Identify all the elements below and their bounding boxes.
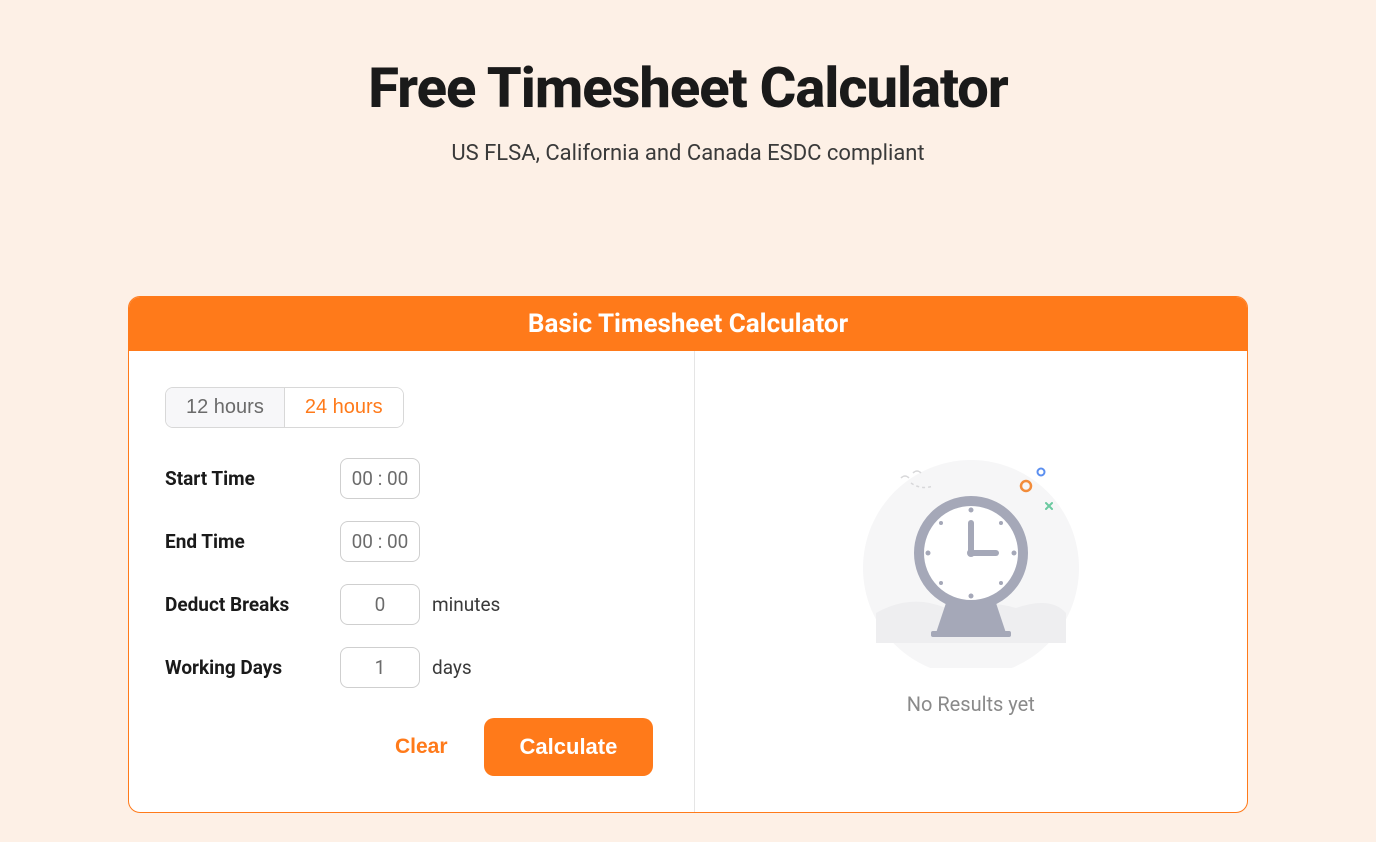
form-panel: 12 hours 24 hours Start Time End Time De… [129, 351, 695, 812]
card-header: Basic Timesheet Calculator [129, 297, 1247, 351]
results-panel: No Results yet [695, 351, 1248, 812]
working-days-input[interactable] [340, 647, 420, 688]
clear-button[interactable]: Clear [395, 735, 448, 759]
deduct-breaks-input[interactable] [340, 584, 420, 625]
deduct-breaks-label: Deduct Breaks [165, 593, 340, 616]
page-title: Free Timesheet Calculator [368, 55, 1007, 121]
clock-illustration-icon [851, 448, 1091, 668]
hour-format-toggle: 12 hours 24 hours [165, 387, 404, 428]
calculator-card: Basic Timesheet Calculator 12 hours 24 h… [128, 296, 1248, 813]
days-unit: days [432, 656, 472, 679]
page-subtitle: US FLSA, California and Canada ESDC comp… [451, 141, 924, 166]
calculate-button[interactable]: Calculate [484, 718, 654, 776]
working-days-label: Working Days [165, 656, 340, 679]
start-time-input[interactable] [340, 458, 420, 499]
minutes-unit: minutes [432, 593, 500, 616]
end-time-input[interactable] [340, 521, 420, 562]
start-time-label: Start Time [165, 467, 340, 490]
toggle-24-hours[interactable]: 24 hours [285, 388, 403, 427]
end-time-label: End Time [165, 530, 340, 553]
no-results-text: No Results yet [907, 692, 1035, 716]
toggle-12-hours[interactable]: 12 hours [166, 388, 285, 427]
